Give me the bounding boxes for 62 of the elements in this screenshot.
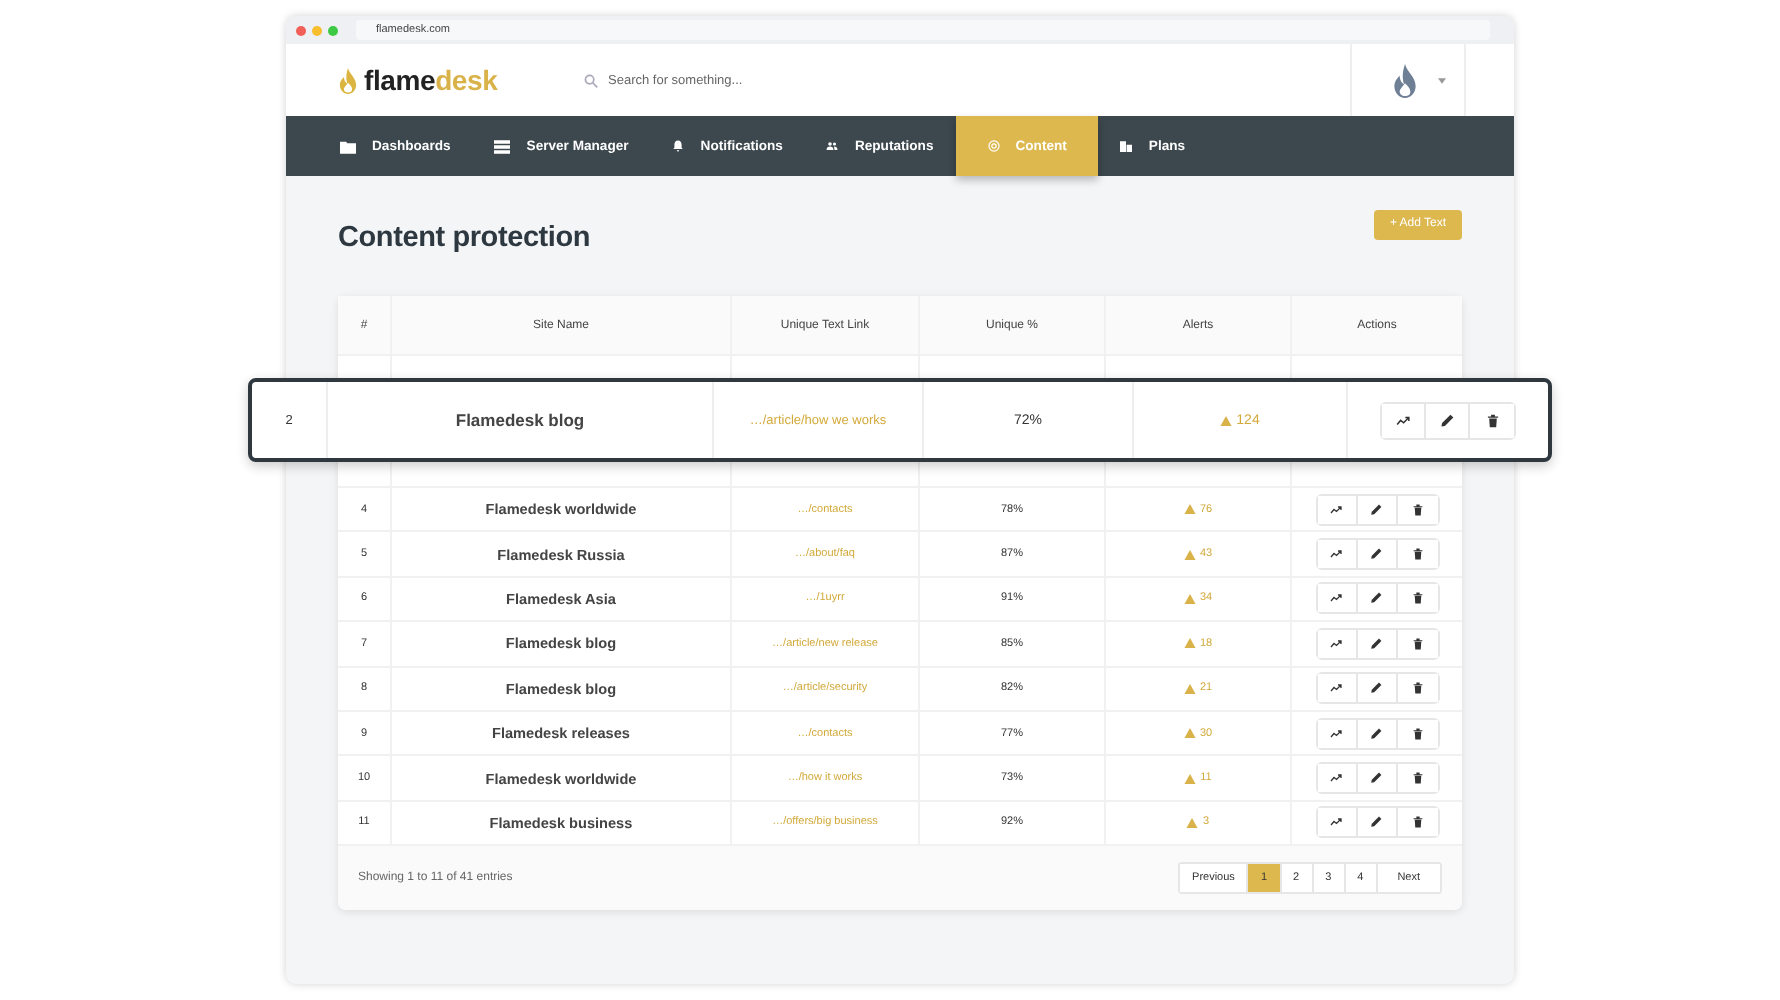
bell-icon: [672, 140, 685, 152]
trend-icon: [1330, 503, 1342, 516]
pencil-icon: [1370, 592, 1382, 605]
trend-button[interactable]: [1317, 764, 1357, 793]
trash-icon: [1411, 548, 1423, 561]
trend-icon: [1330, 727, 1342, 740]
page-title: Content protection: [338, 222, 591, 254]
user-menu-button[interactable]: [1350, 44, 1466, 116]
trash-icon: [1411, 592, 1423, 605]
trend-button[interactable]: [1317, 540, 1357, 569]
pencil-icon: [1370, 772, 1382, 785]
trend-button[interactable]: [1382, 403, 1426, 437]
target-icon: [987, 140, 1000, 152]
trend-icon: [1330, 592, 1342, 605]
trend-button[interactable]: [1317, 674, 1357, 703]
warning-icon: [1183, 683, 1196, 694]
trend-icon: [1330, 682, 1342, 695]
trend-icon: [1396, 413, 1410, 427]
flame-avatar-icon: [1391, 63, 1417, 97]
pencil-icon: [1370, 682, 1382, 695]
site-name: Flamedesk blog: [455, 410, 585, 430]
people-icon: [826, 140, 839, 152]
pencil-icon: [1370, 637, 1382, 650]
minimize-dot[interactable]: [312, 25, 322, 35]
folder-icon: [340, 139, 356, 153]
pencil-icon: [1370, 727, 1382, 740]
flame-logo-icon: [338, 67, 358, 93]
trend-button[interactable]: [1317, 629, 1357, 658]
search-icon: [584, 73, 598, 87]
pencil-icon: [1370, 503, 1382, 516]
trend-button[interactable]: [1317, 719, 1357, 748]
trend-icon: [1330, 816, 1342, 829]
trend-icon: [1330, 637, 1342, 650]
trash-icon: [1411, 772, 1423, 785]
building-icon: [1120, 140, 1133, 152]
logo-text: flamedesk: [364, 64, 498, 96]
trend-icon: [1330, 772, 1342, 785]
warning-icon: [1183, 638, 1196, 649]
warning-icon: [1183, 728, 1196, 739]
maximize-dot[interactable]: [328, 25, 338, 35]
warning-icon: [1183, 504, 1196, 515]
warning-icon: [1220, 415, 1233, 425]
warning-icon: [1186, 817, 1199, 828]
trash-icon: [1411, 503, 1423, 516]
trend-button[interactable]: [1317, 495, 1357, 524]
warning-icon: [1184, 773, 1197, 784]
pencil-icon: [1440, 413, 1454, 427]
trash-icon: [1411, 637, 1423, 650]
close-dot[interactable]: [296, 25, 306, 35]
warning-icon: [1183, 593, 1196, 604]
trend-button[interactable]: [1317, 808, 1357, 837]
trash-icon: [1485, 413, 1499, 427]
trash-icon: [1411, 727, 1423, 740]
server-icon: [494, 139, 511, 153]
pencil-icon: [1370, 548, 1382, 561]
caret-icon: [1437, 77, 1445, 83]
trend-icon: [1330, 548, 1342, 561]
trash-icon: [1411, 682, 1423, 695]
trash-icon: [1411, 816, 1423, 829]
pencil-icon: [1370, 816, 1382, 829]
warning-icon: [1183, 549, 1196, 560]
trend-button[interactable]: [1317, 584, 1357, 613]
